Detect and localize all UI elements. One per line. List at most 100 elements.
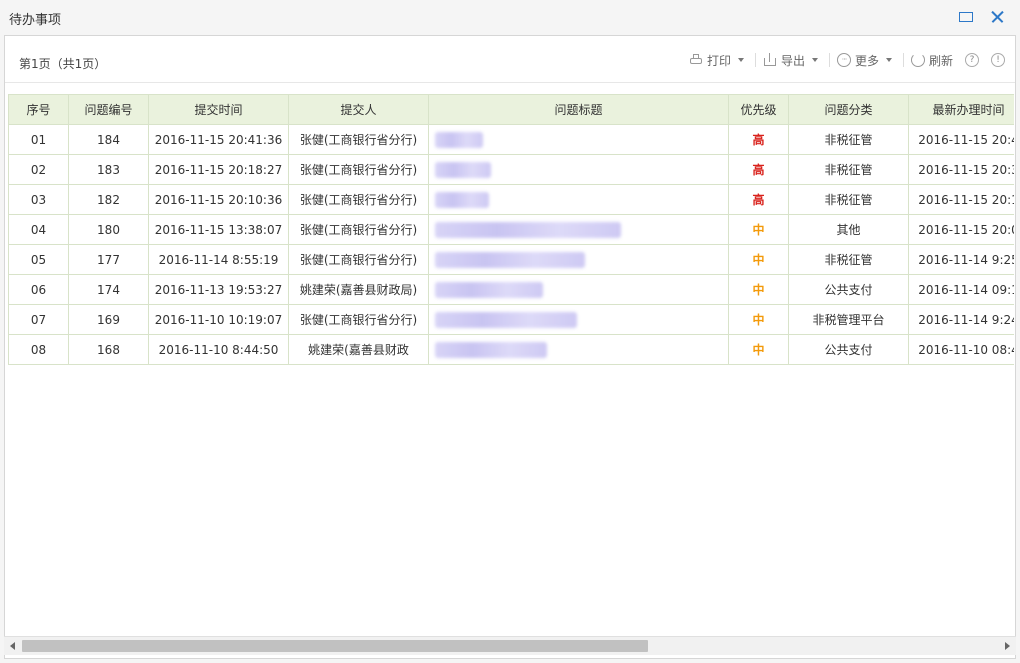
- printer-icon: [689, 53, 703, 67]
- cell-title-redacted[interactable]: [428, 124, 729, 155]
- cell-id: 168: [68, 334, 149, 365]
- cell-priority: 高: [728, 154, 789, 185]
- cell-submitter: 张健(工商银行省分行): [288, 124, 429, 155]
- scroll-right-icon[interactable]: [1005, 642, 1010, 650]
- more-label: 更多: [855, 53, 880, 68]
- cell-title-redacted[interactable]: [428, 184, 729, 215]
- cell-seq: 07: [8, 304, 69, 335]
- cell-title-redacted[interactable]: [428, 334, 729, 365]
- help-button[interactable]: ?: [965, 51, 979, 69]
- window-title: 待办事项: [9, 13, 62, 28]
- horizontal-scrollbar[interactable]: [4, 636, 1016, 655]
- cell-seq: 08: [8, 334, 69, 365]
- cell-seq: 04: [8, 214, 69, 245]
- cell-latest: 2016-11-15 20:3: [908, 154, 1014, 185]
- cell-id: 184: [68, 124, 149, 155]
- column-header-category[interactable]: 问题分类: [788, 94, 909, 125]
- print-label: 打印: [707, 53, 732, 68]
- table-row[interactable]: 02 183 2016-11-15 20:18:27 张健(工商银行省分行) 高…: [8, 154, 1014, 185]
- table-row[interactable]: 05 177 2016-11-14 8:55:19 张健(工商银行省分行) 中 …: [8, 244, 1014, 275]
- cell-submitter: 姚建荣(嘉善县财政: [288, 334, 429, 365]
- cell-time: 2016-11-14 8:55:19: [148, 244, 289, 275]
- cell-priority: 中: [728, 334, 789, 365]
- export-button[interactable]: 导出: [763, 51, 819, 69]
- redacted-text: [435, 191, 489, 208]
- cell-title-redacted[interactable]: [428, 154, 729, 185]
- scroll-left-icon[interactable]: [10, 642, 15, 650]
- table-header-row: 序号 问题编号 提交时间 提交人 问题标题 优先级 问题分类 最新办理时间: [8, 94, 1014, 125]
- column-header-title[interactable]: 问题标题: [428, 94, 729, 125]
- close-icon[interactable]: [989, 9, 1005, 25]
- window-titlebar: 待办事项: [0, 0, 1020, 34]
- cell-submitter: 张健(工商银行省分行): [288, 184, 429, 215]
- toolbar-divider: [829, 53, 830, 67]
- cell-id: 183: [68, 154, 149, 185]
- cell-time: 2016-11-15 13:38:07: [148, 214, 289, 245]
- cell-submitter: 张健(工商银行省分行): [288, 244, 429, 275]
- export-label: 导出: [781, 53, 806, 68]
- cell-category: 非税征管: [788, 124, 909, 155]
- more-dots-icon: ···: [837, 53, 851, 67]
- column-header-priority[interactable]: 优先级: [728, 94, 789, 125]
- cell-id: 169: [68, 304, 149, 335]
- redacted-text: [435, 341, 547, 358]
- cell-latest: 2016-11-15 20:1: [908, 184, 1014, 215]
- refresh-button[interactable]: 刷新: [911, 51, 953, 69]
- cell-seq: 01: [8, 124, 69, 155]
- table-row[interactable]: 03 182 2016-11-15 20:10:36 张健(工商银行省分行) 高…: [8, 184, 1014, 215]
- toolbar-divider: [903, 53, 904, 67]
- cell-title-redacted[interactable]: [428, 244, 729, 275]
- table-row[interactable]: 07 169 2016-11-10 10:19:07 张健(工商银行省分行) 中…: [8, 304, 1014, 335]
- refresh-label: 刷新: [929, 53, 954, 68]
- cell-priority: 中: [728, 274, 789, 305]
- cell-title-redacted[interactable]: [428, 214, 729, 245]
- refresh-icon: [911, 53, 925, 67]
- column-header-id[interactable]: 问题编号: [68, 94, 149, 125]
- cell-time: 2016-11-15 20:41:36: [148, 124, 289, 155]
- cell-title-redacted[interactable]: [428, 274, 729, 305]
- cell-seq: 06: [8, 274, 69, 305]
- column-header-seq[interactable]: 序号: [8, 94, 69, 125]
- column-header-latest[interactable]: 最新办理时间: [908, 94, 1014, 125]
- column-header-time[interactable]: 提交时间: [148, 94, 289, 125]
- chevron-down-icon[interactable]: [886, 58, 893, 62]
- column-header-submitter[interactable]: 提交人: [288, 94, 429, 125]
- cell-latest: 2016-11-14 9:24: [908, 304, 1014, 335]
- scrollbar-thumb[interactable]: [22, 640, 648, 652]
- cell-priority: 中: [728, 214, 789, 245]
- table-row[interactable]: 06 174 2016-11-13 19:53:27 姚建荣(嘉善县财政局) 中…: [8, 274, 1014, 305]
- redacted-text: [435, 161, 491, 178]
- print-button[interactable]: 打印: [689, 51, 745, 69]
- table-row[interactable]: 04 180 2016-11-15 13:38:07 张健(工商银行省分行) 中…: [8, 214, 1014, 245]
- table-row[interactable]: 08 168 2016-11-10 8:44:50 姚建荣(嘉善县财政 中 公共…: [8, 334, 1014, 365]
- more-button[interactable]: ··· 更多: [837, 51, 893, 69]
- info-icon: !: [991, 53, 1005, 67]
- help-icon: ?: [965, 53, 979, 67]
- cell-latest: 2016-11-10 08:4: [908, 334, 1014, 365]
- cell-seq: 05: [8, 244, 69, 275]
- cell-time: 2016-11-13 19:53:27: [148, 274, 289, 305]
- cell-seq: 03: [8, 184, 69, 215]
- cell-category: 公共支付: [788, 334, 909, 365]
- maximize-icon[interactable]: [958, 9, 974, 25]
- chevron-down-icon[interactable]: [812, 58, 819, 62]
- chevron-down-icon[interactable]: [738, 58, 745, 62]
- cell-category: 非税征管: [788, 244, 909, 275]
- todo-panel: 第1页（共1页） 打印 导出 ··· 更多 刷新 ? ! 序号 问题编号 提交时…: [4, 35, 1016, 659]
- cell-time: 2016-11-10 8:44:50: [148, 334, 289, 365]
- cell-id: 182: [68, 184, 149, 215]
- cell-title-redacted[interactable]: [428, 304, 729, 335]
- cell-priority: 中: [728, 304, 789, 335]
- cell-latest: 2016-11-15 20:4: [908, 124, 1014, 155]
- info-button[interactable]: !: [991, 51, 1005, 69]
- cell-id: 177: [68, 244, 149, 275]
- cell-category: 非税征管: [788, 154, 909, 185]
- redacted-text: [435, 221, 621, 238]
- table-row[interactable]: 01 184 2016-11-15 20:41:36 张健(工商银行省分行) 高…: [8, 124, 1014, 155]
- cell-submitter: 张健(工商银行省分行): [288, 214, 429, 245]
- toolbar: 第1页（共1页） 打印 导出 ··· 更多 刷新 ? !: [5, 36, 1015, 83]
- cell-category: 公共支付: [788, 274, 909, 305]
- cell-category: 非税征管: [788, 184, 909, 215]
- cell-latest: 2016-11-14 09:1: [908, 274, 1014, 305]
- redacted-text: [435, 281, 543, 298]
